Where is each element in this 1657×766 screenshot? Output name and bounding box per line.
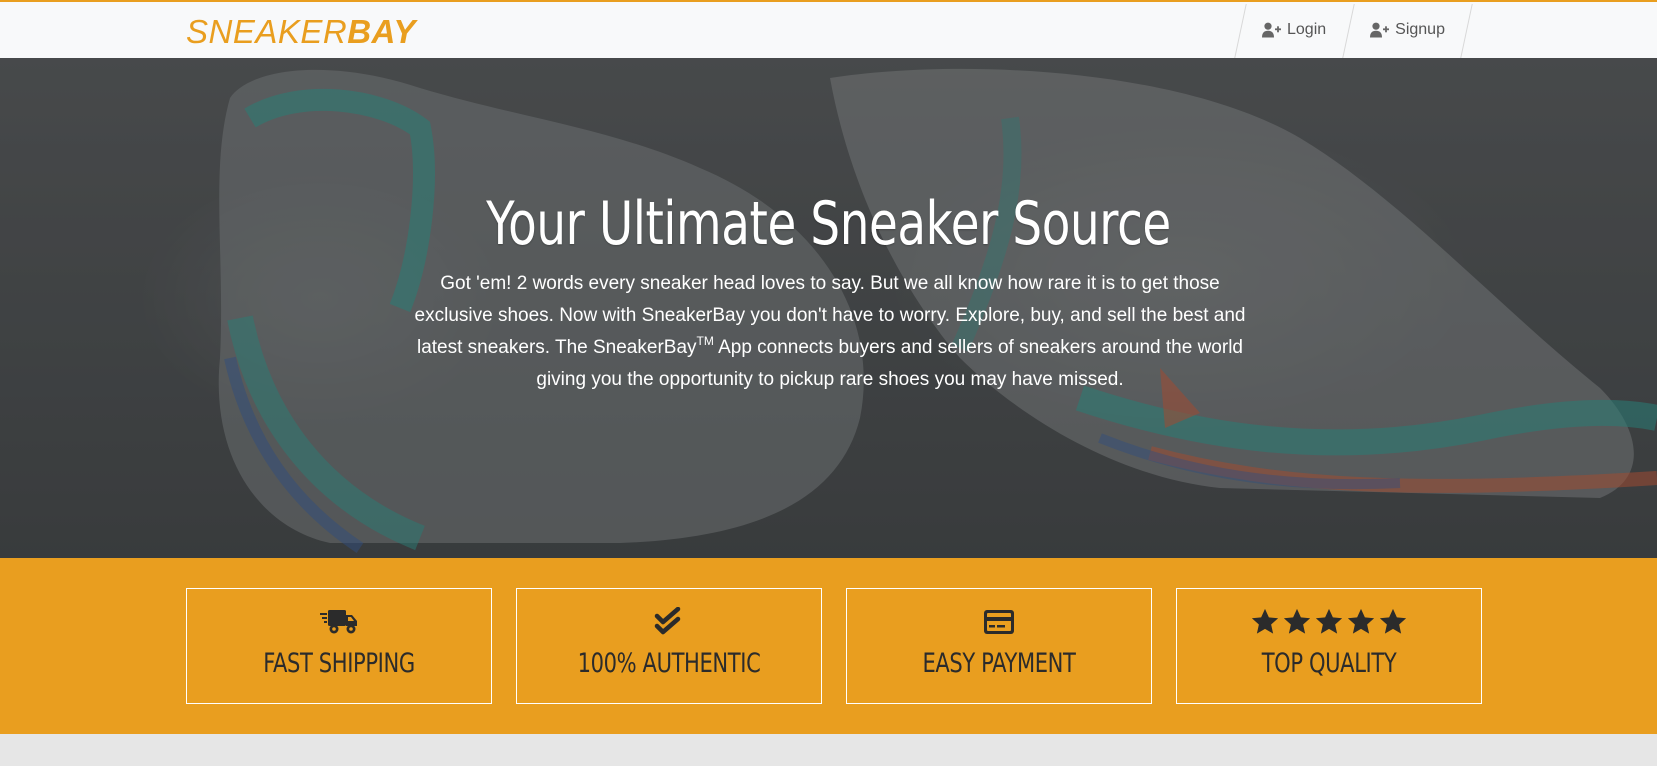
nav-links: Login Signup: [1240, 2, 1467, 58]
login-label: Login: [1287, 21, 1327, 38]
signup-link[interactable]: Signup: [1348, 2, 1467, 58]
feature-fast-shipping: FAST SHIPPING: [186, 588, 492, 704]
bottom-strip: [0, 734, 1657, 766]
hero-title: Your Ultimate Sneaker Source: [486, 189, 1171, 259]
navbar: SNEAKERBAY Login Signup: [0, 0, 1657, 58]
feature-label: 100% AUTHENTIC: [577, 648, 761, 679]
credit-card-icon: [847, 607, 1151, 641]
check-double-icon: [517, 607, 821, 641]
feature-label: TOP QUALITY: [1261, 648, 1397, 679]
five-stars-icon: [1177, 607, 1481, 641]
brand-logo-bold: BAY: [347, 13, 416, 50]
feature-label: EASY PAYMENT: [922, 648, 1076, 679]
star-icon: [1379, 608, 1407, 634]
feature-label: FAST SHIPPING: [263, 648, 415, 679]
feature-top-quality: TOP QUALITY: [1176, 588, 1482, 704]
trademark-symbol: TM: [696, 334, 714, 348]
star-icon: [1283, 608, 1311, 634]
feature-authentic: 100% AUTHENTIC: [516, 588, 822, 704]
hero-description: Got 'em! 2 words every sneaker head love…: [405, 268, 1255, 396]
user-plus-icon: [1262, 22, 1282, 38]
star-icon: [1347, 608, 1375, 634]
signup-label: Signup: [1395, 21, 1445, 38]
star-icon: [1315, 608, 1343, 634]
brand-logo[interactable]: SNEAKERBAY: [186, 14, 416, 50]
login-link[interactable]: Login: [1240, 2, 1348, 58]
brand-logo-light: SNEAKER: [186, 13, 348, 50]
user-plus-icon: [1370, 22, 1390, 38]
page: SNEAKERBAY Login Signup Your Ultimate Sn…: [0, 0, 1657, 766]
features-section: FAST SHIPPING 100% AUTHENTIC EASY PAYMEN…: [0, 558, 1657, 734]
feature-easy-payment: EASY PAYMENT: [846, 588, 1152, 704]
hero-banner: Your Ultimate Sneaker Source Got 'em! 2 …: [0, 58, 1657, 558]
shipping-fast-icon: [187, 607, 491, 641]
star-icon: [1251, 608, 1279, 634]
